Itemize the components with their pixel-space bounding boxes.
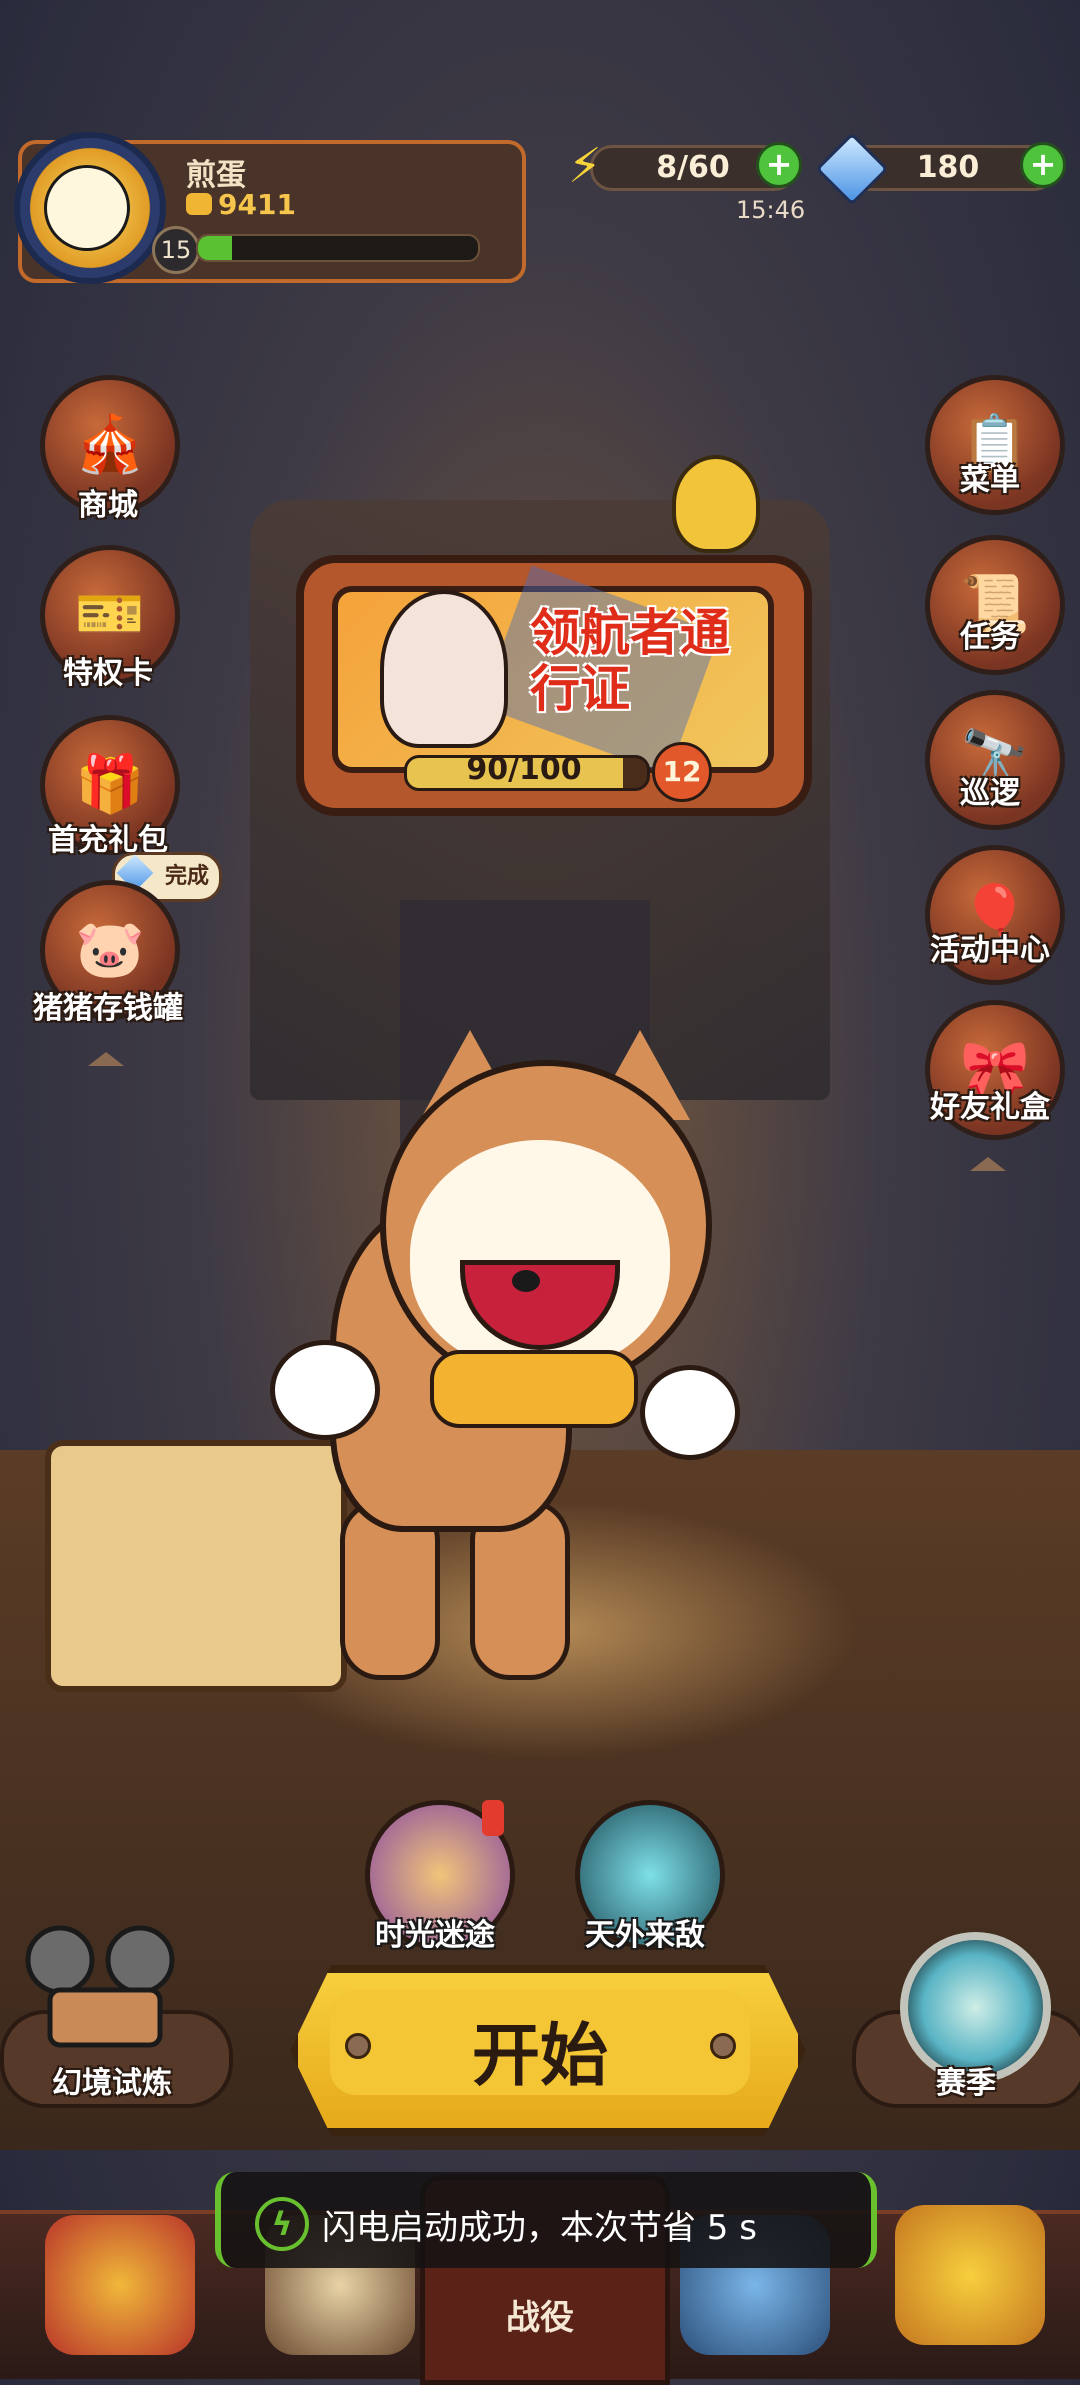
avatar-face-icon	[44, 165, 130, 251]
film-camera-icon	[25, 1925, 175, 2048]
add-energy-button[interactable]: +	[756, 142, 802, 188]
trial-label: 幻境试炼	[52, 2066, 172, 2101]
lightning-icon: ϟ	[255, 2197, 309, 2251]
toast-text: 闪电启动成功，本次节省 5 s	[322, 2208, 757, 2248]
cat-nose	[512, 1270, 540, 1292]
alien-enemy-label: 天外来敌	[585, 1918, 705, 1953]
vip-card-label: 特权卡	[63, 656, 153, 691]
toolbox-icon	[45, 1440, 347, 1692]
menu-label: 菜单	[960, 463, 1020, 498]
add-gems-button[interactable]: +	[1020, 142, 1066, 188]
battle-pass-level: 12	[652, 742, 712, 802]
piggy-bank-label: 猪猪存钱罐	[33, 991, 183, 1026]
coin-count: 9411	[218, 188, 296, 221]
shop-label: 商城	[78, 488, 138, 523]
energy-timer: 15:46	[736, 196, 806, 224]
coin-icon	[186, 193, 212, 215]
battle-pass-progress-text: 90/100	[466, 752, 582, 787]
cat-scarf	[430, 1350, 638, 1428]
time-maze-label: 时光迷途	[375, 1918, 495, 1953]
battle-pass-title: 领航者通行证	[530, 604, 730, 718]
diamond-icon	[815, 132, 889, 206]
collapse-right-menu-icon[interactable]	[970, 1157, 1006, 1171]
cat-glove-right	[640, 1365, 740, 1460]
tasks-label: 任务	[960, 620, 1020, 655]
nav-treasure-button[interactable]	[45, 2215, 195, 2355]
season-label: 赛季	[936, 2066, 996, 2101]
nav-campaign-label: 战役	[506, 2298, 574, 2338]
start-button-label: 开始	[471, 2017, 608, 2096]
xp-bar	[196, 234, 480, 262]
lightning-icon: ⚡	[568, 138, 602, 194]
events-center-label: 活动中心	[930, 933, 1050, 968]
xp-bar-fill	[198, 236, 232, 260]
patrol-label: 巡逻	[960, 776, 1020, 811]
friend-gift-label: 好友礼盒	[930, 1090, 1050, 1125]
nav-star-book-button[interactable]	[895, 2205, 1045, 2345]
cat-glove-left	[270, 1340, 380, 1440]
alert-icon	[482, 1800, 504, 1836]
rabbit-character-icon	[380, 590, 508, 748]
level-badge: 15	[152, 226, 200, 274]
rubber-duck-icon	[672, 455, 760, 553]
collapse-left-menu-icon[interactable]	[88, 1052, 124, 1066]
